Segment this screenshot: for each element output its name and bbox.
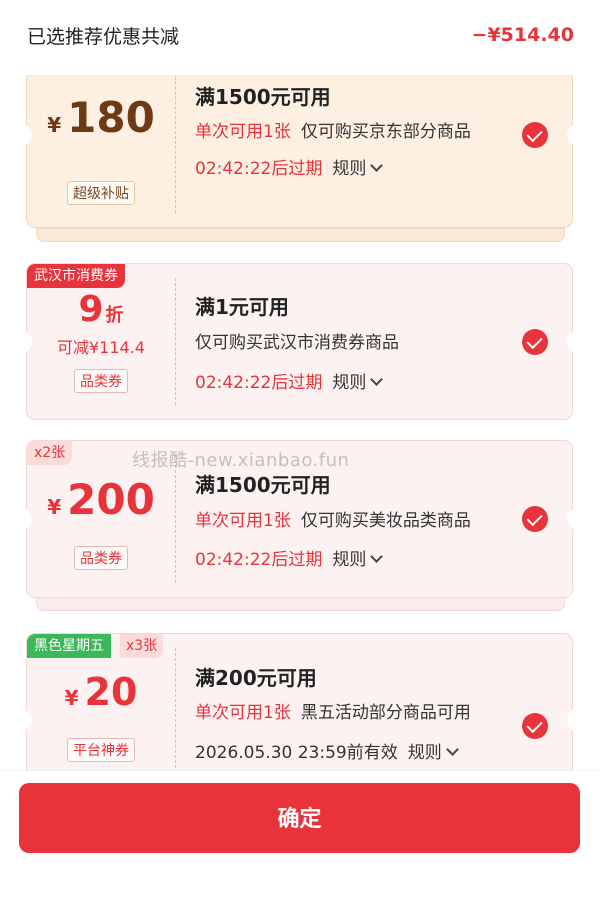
coupon-stack-shadow	[36, 597, 565, 611]
watermark: 线报酷-new.xianbao.fun	[132, 450, 350, 471]
amount-value: 180	[67, 93, 155, 142]
coupon-notch	[567, 124, 579, 146]
coupon-list[interactable]: ¥180 超级补贴 满1500元可用 单次可用1张 仅可购买京东部分商品 02:4…	[0, 76, 600, 770]
coupon-divider	[175, 76, 176, 213]
coupon-conditions: 仅可购买武汉市消费券商品	[195, 328, 399, 353]
coupon-conditions: 单次可用1张 黑五活动部分商品可用	[195, 698, 471, 723]
rules-link[interactable]: 规则	[332, 159, 384, 179]
chevron-down-icon	[370, 550, 384, 563]
discount-summary-label: 已选推荐优惠共减	[27, 26, 180, 48]
coupon-expiry-row: 02:42:22后过期 规则	[195, 368, 384, 393]
coupon-divider	[175, 278, 176, 405]
rules-label: 规则	[407, 743, 442, 763]
coupon-value-area: 9折 可减¥114.4 品类券	[27, 264, 175, 419]
coupon-limit: 单次可用1张	[195, 703, 291, 723]
coupon-expiry: 2026.05.30 23:59前有效	[195, 743, 398, 763]
coupon-scope: 黑五活动部分商品可用	[300, 703, 471, 723]
coupon-notch	[567, 709, 579, 731]
coupon-card[interactable]: 武汉市消费券 9折 可减¥114.4 品类券 满1元可用 仅可购买武汉市消费券商…	[20, 263, 579, 420]
coupon-value-area: ¥180 超级补贴	[27, 76, 175, 227]
coupon-type-tag: 品类券	[74, 546, 128, 570]
confirm-button[interactable]: 确定	[19, 783, 580, 853]
coupon-scope: 仅可购买武汉市消费券商品	[195, 333, 399, 353]
coupon-divider	[175, 455, 176, 583]
coupon-notch	[567, 508, 579, 530]
coupon-divider	[175, 648, 176, 768]
selected-check-icon[interactable]	[522, 713, 548, 739]
coupon-expiry: 02:42:22后过期	[195, 550, 323, 570]
coupon-stack-shadow	[36, 228, 565, 242]
footer: 确定	[0, 770, 600, 908]
currency-symbol: ¥	[47, 113, 62, 137]
discount-total: −¥514.40	[471, 24, 574, 46]
rules-label: 规则	[332, 373, 367, 393]
rules-link[interactable]: 规则	[332, 550, 384, 570]
currency-symbol: ¥	[64, 686, 79, 710]
coupon-expiry-row: 2026.05.30 23:59前有效 规则	[195, 738, 459, 763]
coupon-value-area: ¥20 平台神券	[27, 634, 175, 770]
coupon-amount: ¥180	[27, 93, 175, 142]
coupon-threshold: 满1500元可用	[195, 85, 331, 109]
coupon-limit: 单次可用1张	[195, 122, 291, 142]
amount-value: 200	[67, 475, 155, 524]
amount-suffix: 折	[105, 305, 124, 326]
rules-label: 规则	[332, 159, 367, 179]
coupon-expiry-row: 02:42:22后过期 规则	[195, 545, 384, 570]
currency-symbol: ¥	[47, 495, 62, 519]
coupon-saving: 可减¥114.4	[57, 338, 145, 357]
selected-check-icon[interactable]	[522, 506, 548, 532]
coupon-conditions: 单次可用1张 仅可购买京东部分商品	[195, 117, 471, 142]
coupon-amount: ¥20	[27, 670, 175, 714]
coupon-scope: 仅可购买美妆品类商品	[300, 511, 471, 531]
amount-value: 9	[78, 289, 104, 330]
header: 已选推荐优惠共减 −¥514.40	[0, 0, 600, 76]
coupon-amount: 9折	[27, 289, 175, 330]
selected-check-icon[interactable]	[522, 122, 548, 148]
coupon-type-tag: 超级补贴	[67, 181, 135, 205]
coupon-type-tag: 品类券	[74, 369, 128, 393]
coupon-scope: 仅可购买京东部分商品	[300, 122, 471, 142]
coupon-threshold: 满200元可用	[195, 666, 317, 690]
coupon-threshold: 满1元可用	[195, 295, 289, 319]
chevron-down-icon	[370, 159, 384, 172]
coupon-conditions: 单次可用1张 仅可购买美妆品类商品	[195, 506, 471, 531]
selected-check-icon[interactable]	[522, 328, 548, 355]
chevron-down-icon	[370, 373, 384, 386]
rules-link[interactable]: 规则	[332, 373, 384, 393]
amount-value: 20	[84, 670, 138, 714]
coupon-card[interactable]: ¥180 超级补贴 满1500元可用 单次可用1张 仅可购买京东部分商品 02:4…	[20, 76, 579, 228]
coupon-amount: ¥200	[27, 475, 175, 524]
coupon-expiry-row: 02:42:22后过期 规则	[195, 154, 384, 179]
coupon-threshold: 满1500元可用	[195, 473, 331, 497]
rules-link[interactable]: 规则	[407, 743, 459, 763]
coupon-card[interactable]: 黑色星期五 x3张 ¥20 平台神券 满200元可用 单次可用1张 黑五活动部分商…	[20, 633, 579, 770]
coupon-notch	[567, 330, 579, 353]
coupon-expiry: 02:42:22后过期	[195, 159, 323, 179]
rules-label: 规则	[332, 550, 367, 570]
coupon-type-tag: 平台神券	[67, 738, 135, 762]
coupon-expiry: 02:42:22后过期	[195, 373, 323, 393]
coupon-limit: 单次可用1张	[195, 511, 291, 531]
chevron-down-icon	[445, 743, 459, 756]
